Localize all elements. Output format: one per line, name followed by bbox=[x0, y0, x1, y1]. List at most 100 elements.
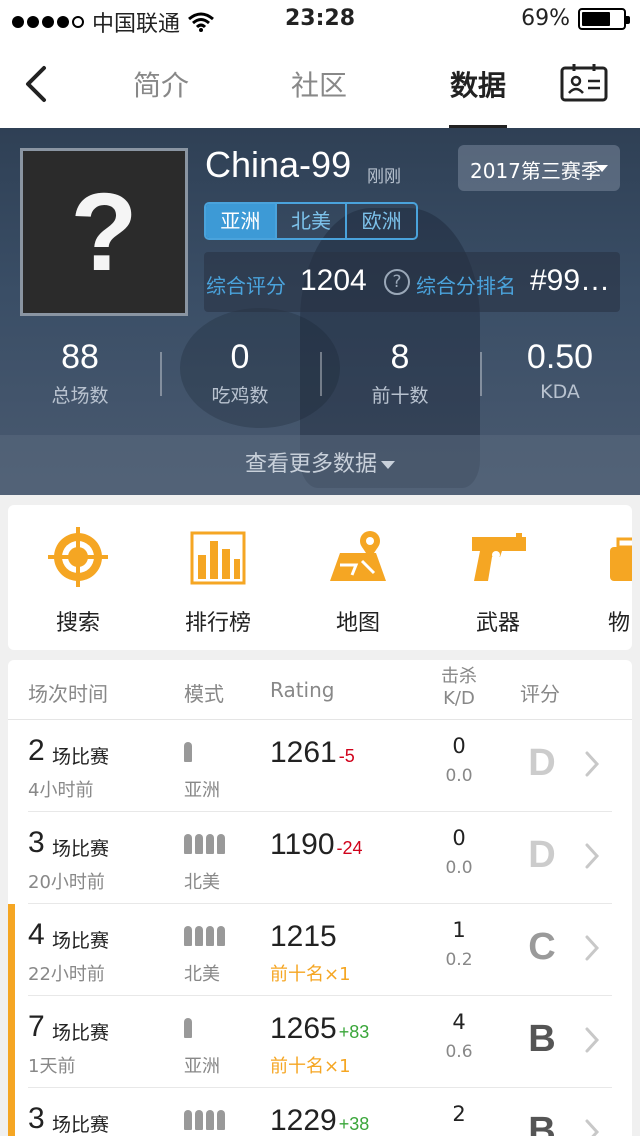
header-time: 场次时间 bbox=[28, 682, 108, 706]
rating-value: 1215 bbox=[270, 920, 337, 953]
table-row[interactable]: 2 场比赛 4小时前 亚洲 1261 -5 0 0.0 D bbox=[8, 720, 632, 812]
avatar-placeholder-glyph: ? bbox=[70, 171, 138, 294]
battery-percent: 69% bbox=[521, 6, 570, 31]
tab-data[interactable]: 数据 bbox=[418, 64, 538, 104]
menu-item-items[interactable]: 物 bbox=[568, 505, 632, 650]
status-right: 69% bbox=[521, 6, 630, 31]
tab-community[interactable]: 社区 bbox=[259, 64, 379, 104]
match-count: 3 bbox=[28, 826, 45, 859]
menu-item-map[interactable]: 地图 bbox=[288, 505, 428, 650]
rating-delta: +83 bbox=[338, 1022, 370, 1042]
match-mode: 北美 bbox=[184, 964, 220, 985]
match-mode: 亚洲 bbox=[184, 1056, 220, 1077]
chevron-right-icon bbox=[585, 843, 600, 869]
match-count-label: 场比赛 bbox=[52, 1022, 110, 1044]
region-tab-asia[interactable]: 亚洲 bbox=[206, 204, 277, 238]
chevron-right-icon bbox=[585, 751, 600, 777]
match-kills: 0 bbox=[452, 734, 466, 758]
season-dropdown[interactable]: 2017第三赛季 bbox=[458, 145, 620, 191]
table-row[interactable]: 3 场比赛 1229 +38 2 B bbox=[8, 1088, 632, 1136]
rating-delta: -5 bbox=[338, 746, 355, 766]
header-kills: 击杀 bbox=[441, 666, 477, 687]
item-icon bbox=[610, 537, 632, 581]
stat-label: 吃鸡数 bbox=[211, 385, 269, 407]
caret-down-icon bbox=[381, 461, 395, 469]
match-rating: 1215 bbox=[270, 920, 339, 954]
id-card-icon[interactable] bbox=[560, 62, 608, 102]
map-icon bbox=[330, 531, 386, 581]
view-more-button[interactable]: 查看更多数据 bbox=[0, 435, 640, 495]
header-kills-kd: 击杀 K/D bbox=[438, 666, 480, 710]
stat-label: 前十数 bbox=[371, 385, 429, 407]
avatar[interactable]: ? bbox=[20, 148, 188, 316]
table-row[interactable]: 7 场比赛 1天前 亚洲 1265 +83 前十名×1 4 0.6 B bbox=[8, 996, 632, 1088]
stat-label: KDA bbox=[540, 381, 580, 403]
stat-value: 88 bbox=[61, 338, 99, 376]
match-count: 2 bbox=[28, 734, 45, 767]
menu-item-search[interactable]: 搜索 bbox=[8, 505, 148, 650]
region-tab-eu[interactable]: 欧洲 bbox=[347, 204, 416, 238]
region-tab-na[interactable]: 北美 bbox=[277, 204, 348, 238]
menu-item-label: 搜索 bbox=[55, 611, 100, 636]
rating-value: 1265 bbox=[270, 1012, 337, 1045]
rank-label: 综合分排名 bbox=[416, 274, 516, 298]
stat-kda: 0.50 KDA bbox=[480, 338, 640, 428]
match-kd: 0.2 bbox=[445, 950, 473, 970]
caret-down-icon bbox=[596, 165, 608, 172]
menu-item-weapons[interactable]: 武器 bbox=[428, 505, 568, 650]
status-bar: 中国联通 23:28 69% bbox=[0, 0, 640, 40]
stat-value: 0.50 bbox=[526, 338, 594, 376]
menu-item-leaderboard[interactable]: 排行榜 bbox=[148, 505, 288, 650]
match-mode: 北美 bbox=[184, 872, 220, 893]
tab-intro[interactable]: 简介 bbox=[101, 64, 221, 104]
crosshair-icon bbox=[48, 527, 108, 587]
match-kd: 0.0 bbox=[445, 858, 473, 878]
top10-highlight-bar bbox=[8, 1088, 15, 1136]
match-time: 1天前 bbox=[28, 1056, 76, 1077]
header-grade: 评分 bbox=[520, 682, 560, 706]
stat-top10: 8 前十数 bbox=[320, 338, 480, 428]
match-kills: 0 bbox=[452, 826, 466, 850]
stat-label: 总场数 bbox=[51, 385, 109, 407]
top10-highlight-bar bbox=[8, 996, 15, 1088]
table-row[interactable]: 4 场比赛 22小时前 北美 1215 前十名×1 1 0.2 C bbox=[8, 904, 632, 996]
match-kills: 4 bbox=[452, 1010, 466, 1034]
region-segmented-control: 亚洲 北美 欧洲 bbox=[204, 202, 418, 240]
menu-item-label: 物 bbox=[608, 611, 631, 636]
stat-total-matches: 88 总场数 bbox=[0, 338, 160, 428]
rating-value: 1261 bbox=[270, 736, 337, 769]
score-value: 1204 bbox=[300, 264, 367, 297]
top10-highlight-bar bbox=[8, 904, 15, 996]
header-kd: K/D bbox=[443, 688, 475, 709]
header-mode: 模式 bbox=[184, 682, 224, 706]
top10-badge: 前十名×1 bbox=[270, 1056, 351, 1077]
match-count: 4 bbox=[28, 918, 45, 951]
match-grade: D bbox=[528, 742, 556, 784]
stat-value: 8 bbox=[390, 338, 410, 376]
match-count-label: 场比赛 bbox=[52, 930, 110, 952]
chevron-right-icon bbox=[585, 935, 600, 961]
rating-delta: -24 bbox=[336, 838, 363, 858]
top-nav: 简介 社区 数据 bbox=[0, 40, 640, 128]
chevron-right-icon bbox=[585, 1027, 600, 1053]
menu-item-label: 武器 bbox=[475, 611, 520, 636]
menu-item-label: 地图 bbox=[335, 611, 380, 636]
match-grade: B bbox=[528, 1110, 556, 1136]
table-row[interactable]: 3 场比赛 20小时前 北美 1190 -24 0 0.0 D bbox=[8, 812, 632, 904]
leaderboard-icon bbox=[190, 531, 246, 585]
help-icon[interactable]: ? bbox=[384, 269, 410, 295]
match-rating: 1261 -5 bbox=[270, 736, 355, 770]
rating-delta: +38 bbox=[338, 1114, 370, 1134]
player-icon bbox=[184, 742, 192, 762]
season-label: 2017第三赛季 bbox=[470, 159, 601, 183]
header-rating: Rating bbox=[270, 678, 335, 702]
back-arrow-icon[interactable] bbox=[20, 64, 56, 104]
player-icon bbox=[184, 1018, 192, 1038]
score-label: 综合评分 bbox=[206, 274, 286, 298]
match-time: 20小时前 bbox=[28, 872, 105, 893]
chevron-right-icon bbox=[585, 1119, 600, 1136]
player-icon bbox=[184, 1110, 225, 1130]
match-mode: 亚洲 bbox=[184, 780, 220, 801]
match-rating: 1265 +83 bbox=[270, 1012, 369, 1046]
match-count-label: 场比赛 bbox=[52, 838, 110, 860]
